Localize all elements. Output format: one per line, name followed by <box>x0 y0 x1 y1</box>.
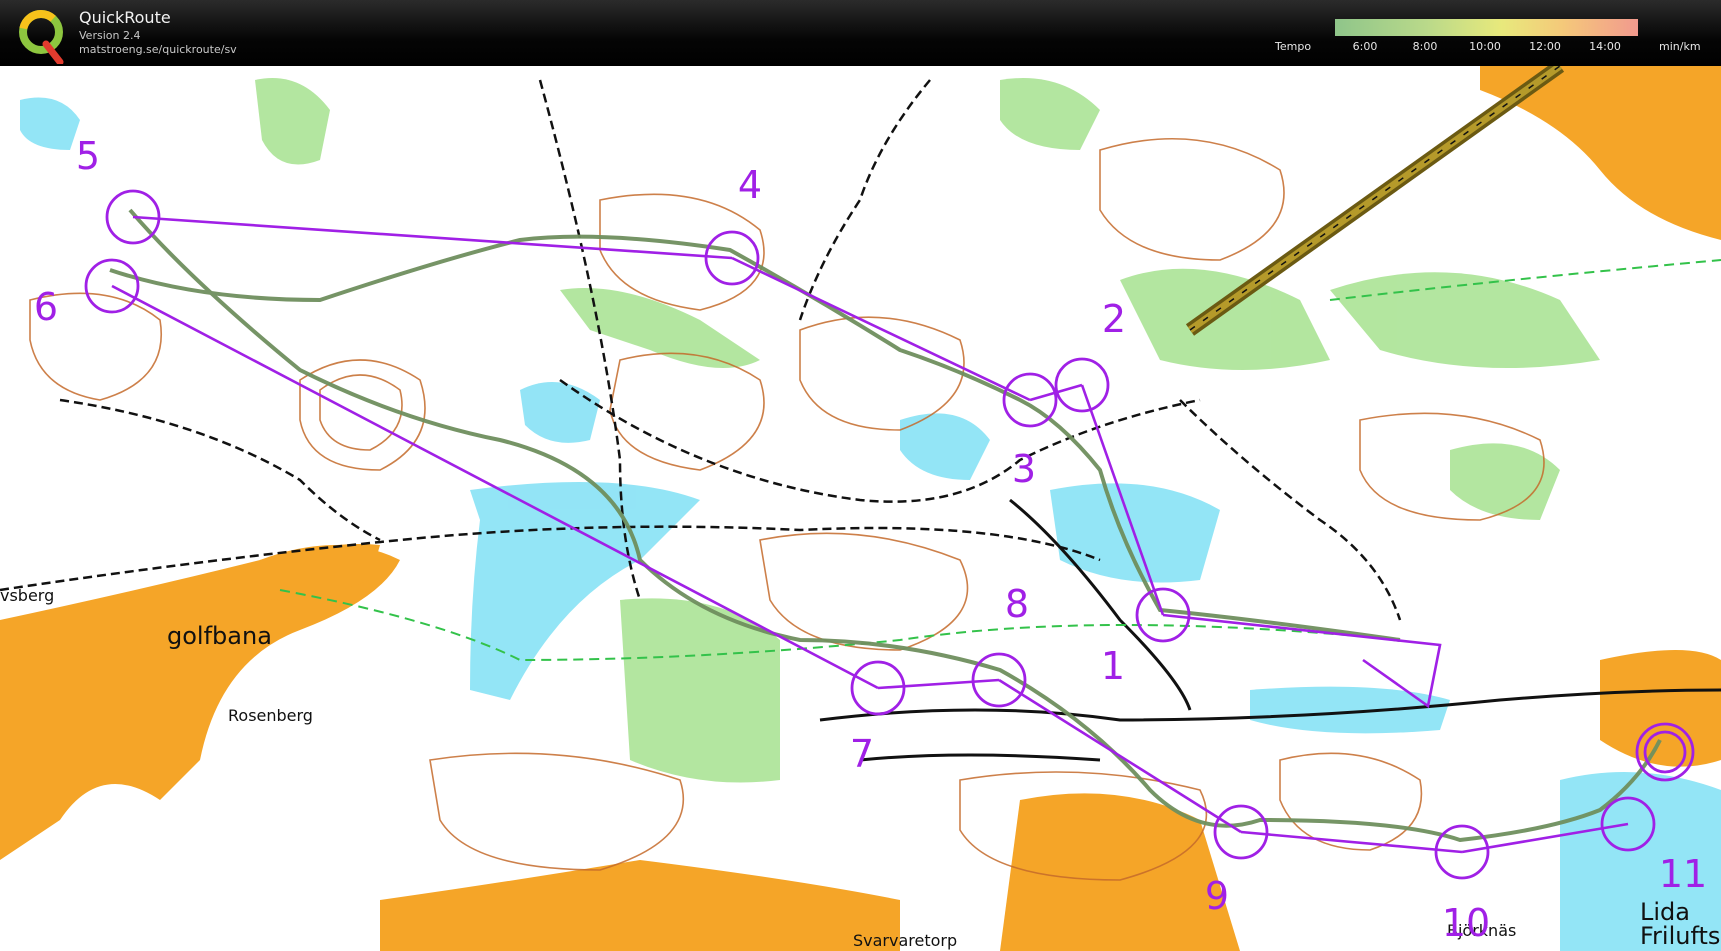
control-number-4: 4 <box>737 163 763 207</box>
app-url[interactable]: matstroeng.se/quickroute/sv <box>79 43 237 56</box>
map-canvas[interactable] <box>0 66 1721 951</box>
control-number-6: 6 <box>33 285 59 329</box>
tempo-tick: 10:00 <box>1469 40 1501 53</box>
tempo-tick: 12:00 <box>1529 40 1561 53</box>
open-land-areas <box>0 66 1721 951</box>
tempo-color-scale <box>1335 19 1638 36</box>
quickroute-logo-icon <box>19 10 64 64</box>
control-number-3: 3 <box>1011 447 1037 491</box>
control-number-10: 10 <box>1441 901 1491 945</box>
place-name-friluft: Frilufts <box>1640 922 1721 950</box>
control-number-2: 2 <box>1101 297 1127 341</box>
control-number-9: 9 <box>1204 874 1230 918</box>
tempo-legend-unit: min/km <box>1659 40 1701 53</box>
control-number-5: 5 <box>75 134 101 178</box>
control-number-7: 7 <box>849 732 875 776</box>
app-title: QuickRoute <box>79 8 171 27</box>
tempo-tick: 14:00 <box>1589 40 1621 53</box>
tempo-tick: 8:00 <box>1412 40 1438 53</box>
control-number-11: 11 <box>1658 852 1708 896</box>
tempo-tick: 6:00 <box>1352 40 1378 53</box>
place-name-svarvaretorp: Svarvaretorp <box>853 931 958 950</box>
control-number-8: 8 <box>1004 582 1030 626</box>
place-name-rosenberg: Rosenberg <box>228 706 313 725</box>
orienteering-map[interactable]: vsberg golfbana Rosenberg Svarvaretorp B… <box>0 66 1721 951</box>
app-header: QuickRoute Version 2.4 matstroeng.se/qui… <box>0 0 1721 66</box>
tempo-legend-label: Tempo <box>1275 40 1312 53</box>
place-name-golfbana: golfbana <box>167 622 272 650</box>
app-version: Version 2.4 <box>79 29 141 42</box>
control-number-1: 1 <box>1100 644 1126 688</box>
contour-lines <box>29 137 1545 881</box>
place-name-vsberg: vsberg <box>0 586 55 605</box>
